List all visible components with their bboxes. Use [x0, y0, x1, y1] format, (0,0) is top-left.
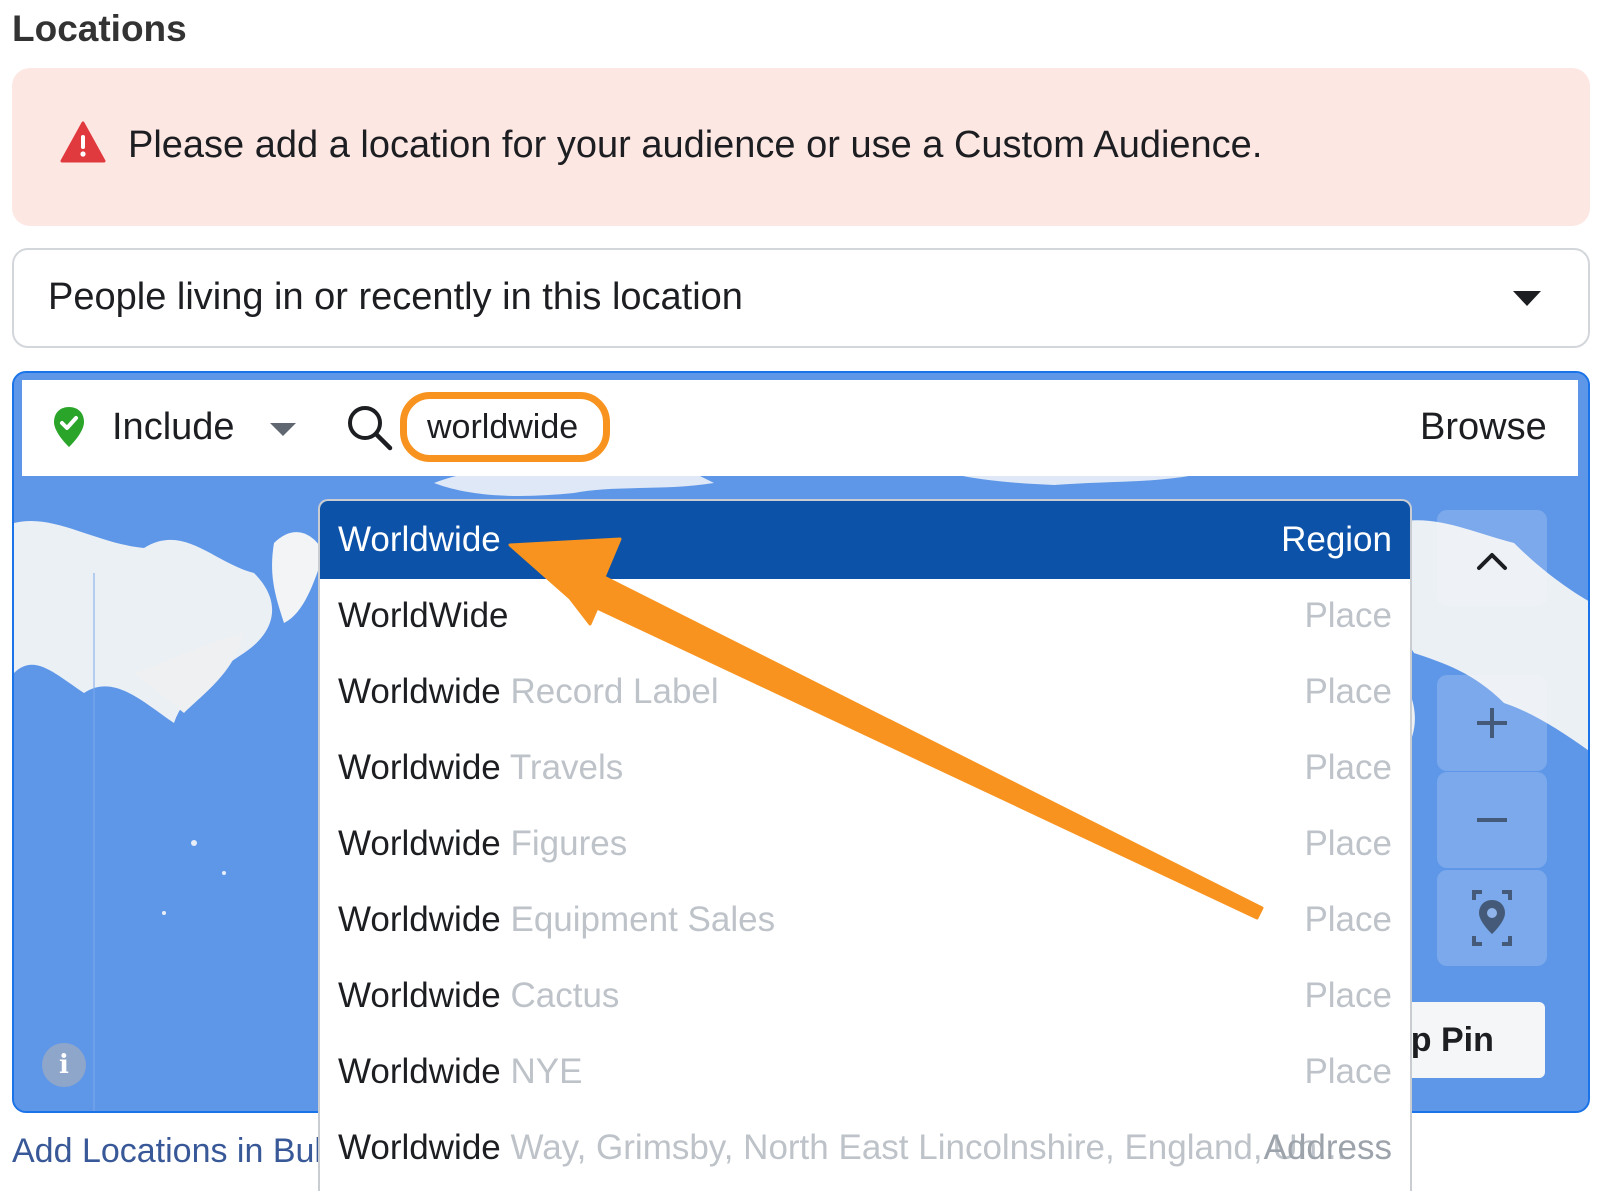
result-detail: Figures: [510, 824, 628, 863]
collapse-map-button[interactable]: [1437, 510, 1547, 606]
location-search-input[interactable]: [400, 392, 610, 462]
result-name: Worldwide: [338, 1052, 501, 1091]
result-detail: Cactus: [510, 976, 620, 1015]
result-name: Worldwide: [338, 824, 501, 863]
result-name: Worldwide: [338, 748, 501, 787]
include-dropdown-label[interactable]: Include: [112, 406, 235, 449]
result-name: Worldwide: [338, 672, 501, 711]
chevron-down-icon[interactable]: [1513, 291, 1541, 306]
result-row[interactable]: Worldwide NYE Place: [320, 1033, 1410, 1111]
result-detail: NYE: [510, 1052, 583, 1091]
result-row[interactable]: Worldwide Record Label Place: [320, 653, 1410, 731]
result-row[interactable]: Worldwide Figures Place: [320, 805, 1410, 883]
result-type: Place: [1304, 596, 1392, 635]
result-detail: Travels: [509, 748, 624, 787]
minus-icon: [1477, 818, 1507, 822]
result-type: Address: [1263, 1128, 1392, 1167]
result-type: Place: [1304, 824, 1392, 863]
zoom-out-button[interactable]: [1437, 772, 1547, 868]
search-icon: [348, 406, 393, 451]
result-row[interactable]: WorldWide Place: [320, 577, 1410, 655]
warning-icon: [60, 121, 106, 163]
result-type: Place: [1304, 976, 1392, 1015]
info-icon[interactable]: i: [42, 1043, 86, 1087]
section-title: Locations: [12, 8, 187, 49]
location-search-bar: [22, 380, 1578, 476]
result-type: Place: [1304, 900, 1392, 939]
result-name: Worldwide: [338, 520, 501, 559]
result-row[interactable]: Worldwide Region: [320, 501, 1410, 579]
result-type: Region: [1281, 520, 1392, 559]
result-row[interactable]: Worldwide Way, Grimsby, North East Linco…: [320, 1109, 1410, 1187]
alert-message: Please add a location for your audience …: [128, 124, 1263, 166]
browse-button[interactable]: Browse: [1420, 406, 1547, 449]
locate-pin-button[interactable]: [1437, 870, 1547, 966]
search-results-dropdown: Worldwide Region WorldWide Place Worldwi…: [318, 499, 1412, 1191]
result-type: Place: [1304, 672, 1392, 711]
result-row[interactable]: Worldwide Equipment Sales Place: [320, 881, 1410, 959]
result-type: Place: [1304, 1052, 1392, 1091]
result-name: WorldWide: [338, 596, 509, 635]
shield-check-icon: [54, 407, 84, 447]
chevron-down-icon[interactable]: [270, 423, 296, 436]
result-name: Worldwide: [338, 900, 501, 939]
result-type: Place: [1304, 748, 1392, 787]
plus-icon: [1477, 708, 1507, 738]
map-pin-icon: [1472, 890, 1512, 946]
zoom-in-button[interactable]: [1437, 675, 1547, 771]
add-locations-bulk-link[interactable]: Add Locations in Bul: [12, 1132, 322, 1171]
location-type-value: People living in or recently in this loc…: [48, 276, 743, 318]
result-name: Worldwide: [338, 976, 501, 1015]
result-name: Worldwide: [338, 1128, 501, 1167]
result-detail: Record Label: [510, 672, 719, 711]
chevron-up-icon: [1477, 553, 1507, 570]
result-detail: Equipment Sales: [510, 900, 776, 939]
result-row[interactable]: Worldwide Cactus Place: [320, 957, 1410, 1035]
result-row[interactable]: Worldwide Travels Place: [320, 729, 1410, 807]
result-detail: Way, Grimsby, North East Lincolnshire, E…: [510, 1128, 1347, 1167]
